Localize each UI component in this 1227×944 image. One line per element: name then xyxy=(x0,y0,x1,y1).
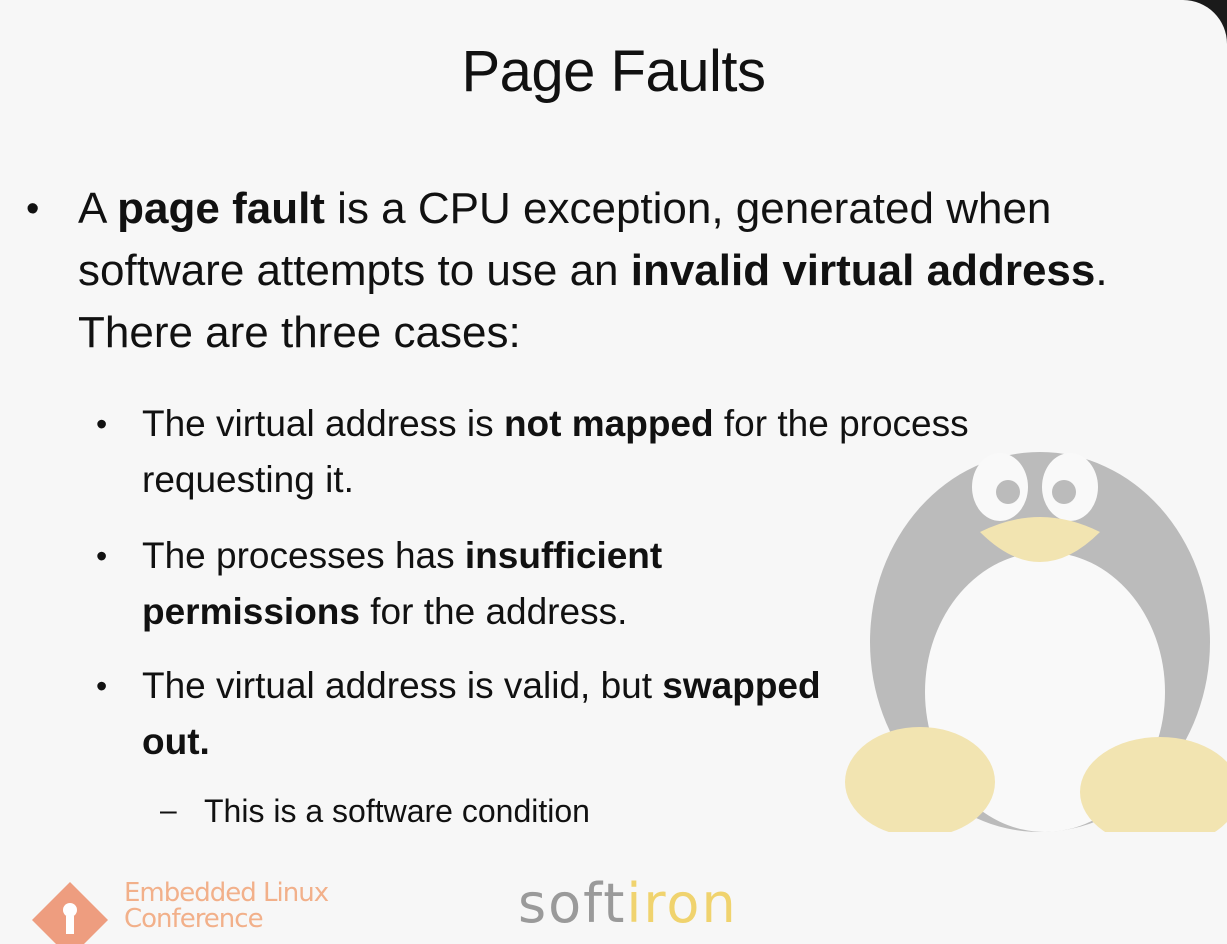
bold-run: page fault xyxy=(117,184,325,233)
softiron-iron: iron xyxy=(626,872,738,935)
bold-run: invalid virtual address xyxy=(630,246,1096,295)
sub-sub-bullet-text: This is a software condition xyxy=(204,793,590,829)
softiron-logo: softiron xyxy=(518,872,738,935)
sub-bullet-1: • The virtual address is not mapped for … xyxy=(96,396,1042,508)
softiron-soft: soft xyxy=(518,872,627,935)
bullet-marker: • xyxy=(96,668,108,704)
elc-line-1: Embedded Linux xyxy=(124,878,329,908)
main-bullet-text: A page fault is a CPU exception, generat… xyxy=(78,184,1108,357)
sub-bullet-3: • The virtual address is valid, but swap… xyxy=(96,658,832,770)
text-run: The processes has xyxy=(142,535,465,576)
elc-text: Embedded Linux Conference xyxy=(124,878,329,934)
text-run: The virtual address is valid, but xyxy=(142,665,663,706)
text-run: for the address. xyxy=(359,591,628,632)
text-run: The virtual address is xyxy=(142,403,504,444)
elc-diamond-icon xyxy=(32,882,108,944)
sub-bullet-2: • The processes has insufficient permiss… xyxy=(96,528,842,640)
main-bullet: • A page fault is a CPU exception, gener… xyxy=(26,178,1138,364)
dash-marker: – xyxy=(160,794,177,827)
elc-logo: Embedded Linux Conference xyxy=(30,878,329,944)
bullet-marker: • xyxy=(26,188,40,230)
text-run: A xyxy=(78,184,118,233)
slide: Page Faults • A page fault is a CPU exce… xyxy=(0,0,1227,944)
slide-content: • A page fault is a CPU exception, gener… xyxy=(0,0,1227,944)
bold-run: not mapped xyxy=(503,403,714,444)
bullet-marker: • xyxy=(96,406,108,442)
sub-sub-bullet: – This is a software condition xyxy=(160,788,904,834)
elc-line-2: Conference xyxy=(124,904,264,934)
bullet-marker: • xyxy=(96,538,108,574)
